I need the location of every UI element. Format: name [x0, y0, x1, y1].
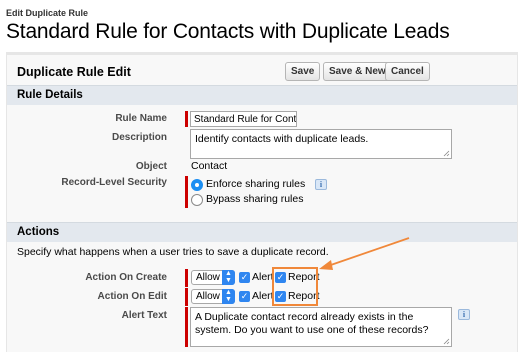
panel-title: Duplicate Rule Edit: [17, 65, 131, 79]
bypass-sharing-option[interactable]: Bypass sharing rules: [206, 193, 303, 205]
section-title: Rule Details: [17, 89, 83, 101]
rule-name-label: Rule Name: [115, 113, 167, 124]
save-button[interactable]: Save: [285, 62, 321, 81]
action-on-create-select[interactable]: Allow ▲ ▼: [191, 270, 235, 285]
cancel-button[interactable]: Cancel: [385, 62, 430, 81]
page-title: Standard Rule for Contacts with Duplicat…: [6, 20, 450, 43]
alert-text-textarea[interactable]: A Duplicate contact record already exist…: [190, 307, 452, 347]
radio-unselected-icon[interactable]: [191, 194, 203, 206]
object-label: Object: [135, 161, 167, 172]
select-arrow-icon: ▲ ▼: [222, 289, 235, 304]
required-indicator: [185, 288, 188, 306]
save-and-new-button[interactable]: Save & New: [323, 62, 392, 81]
actions-intro: Specify what happens when a user tries t…: [17, 246, 329, 258]
rule-name-input[interactable]: Standard Rule for Conta: [190, 111, 297, 127]
action-on-edit-label: Action On Edit: [97, 291, 167, 302]
checkbox-checked-icon[interactable]: ✓: [239, 272, 250, 283]
resize-grip-icon[interactable]: [443, 338, 450, 345]
required-indicator: [185, 269, 188, 287]
alert-text-label: Alert Text: [121, 310, 167, 321]
object-value: Contact: [191, 160, 228, 172]
info-icon[interactable]: i: [315, 179, 327, 190]
security-label: Record-Level Security: [61, 177, 167, 188]
description-label: Description: [111, 132, 167, 143]
annotation-arrow-icon: [319, 237, 410, 270]
alert-checkbox-label: Alert: [252, 271, 274, 283]
resize-grip-icon[interactable]: [443, 150, 450, 157]
required-indicator: [185, 176, 188, 208]
select-arrow-icon: ▲ ▼: [222, 270, 235, 285]
rule-edit-panel: Duplicate Rule Edit Save Save & New Canc…: [6, 52, 518, 352]
rule-details-section: Rule Details: [7, 85, 517, 105]
section-title: Actions: [17, 226, 60, 238]
alert-text-value: A Duplicate contact record already exist…: [195, 311, 429, 336]
actions-section: Actions: [7, 222, 517, 242]
description-value: Identify contacts with duplicate leads.: [195, 133, 369, 145]
description-textarea[interactable]: Identify contacts with duplicate leads.: [190, 129, 452, 159]
required-indicator: [185, 111, 188, 127]
radio-selected-icon[interactable]: [191, 179, 203, 191]
checkbox-checked-icon[interactable]: ✓: [239, 291, 250, 302]
action-on-create-label: Action On Create: [85, 272, 167, 283]
enforce-sharing-option[interactable]: Enforce sharing rules: [206, 178, 305, 190]
alert-checkbox-label: Alert: [252, 290, 274, 302]
breadcrumb: Edit Duplicate Rule: [6, 8, 89, 18]
action-on-edit-select[interactable]: Allow ▲ ▼: [191, 289, 235, 304]
info-icon[interactable]: i: [458, 309, 470, 320]
required-indicator: [185, 307, 188, 347]
